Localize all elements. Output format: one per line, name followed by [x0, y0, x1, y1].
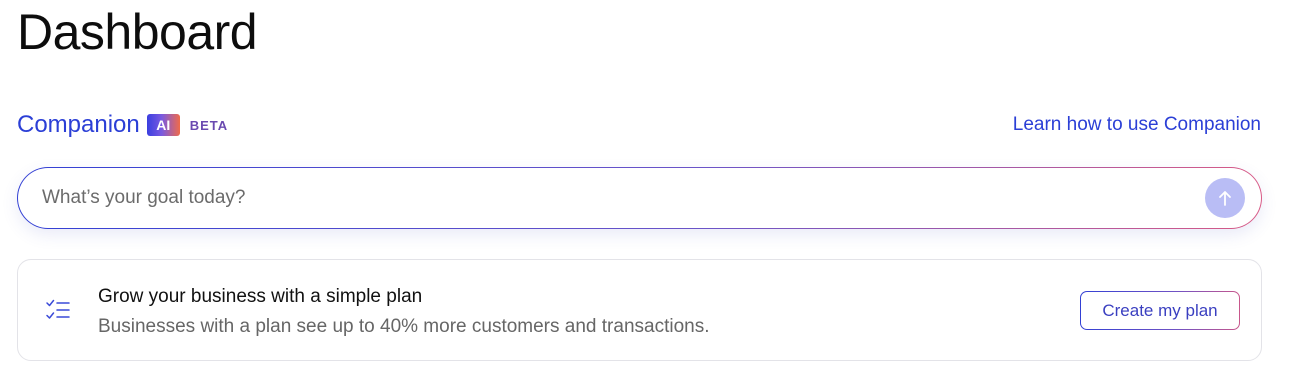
goal-input[interactable]: [42, 187, 1205, 209]
checklist-icon: [46, 299, 70, 319]
create-plan-button-border: Create my plan: [1080, 291, 1240, 330]
plan-title: Grow your business with a simple plan: [98, 286, 423, 307]
plan-text: Grow your business with a simple plan Bu…: [98, 284, 710, 342]
beta-label: BETA: [189, 117, 229, 133]
ai-badge: AI: [146, 114, 180, 136]
plan-description: Businesses with a plan see up to 40% mor…: [98, 316, 710, 337]
companion-header: Companion AI BETA Learn how to use Compa…: [17, 108, 1261, 142]
goal-input-inner: [18, 168, 1261, 228]
send-button[interactable]: [1205, 178, 1245, 218]
create-plan-button[interactable]: Create my plan: [1081, 292, 1239, 329]
arrow-up-icon: [1219, 191, 1231, 206]
plan-card: Grow your business with a simple plan Bu…: [17, 259, 1262, 361]
page-title: Dashboard: [17, 4, 258, 60]
companion-title: Companion: [17, 111, 140, 138]
companion-branding: Companion AI BETA: [17, 111, 228, 139]
learn-companion-link[interactable]: Learn how to use Companion: [1013, 114, 1261, 136]
goal-input-container: [17, 167, 1262, 229]
